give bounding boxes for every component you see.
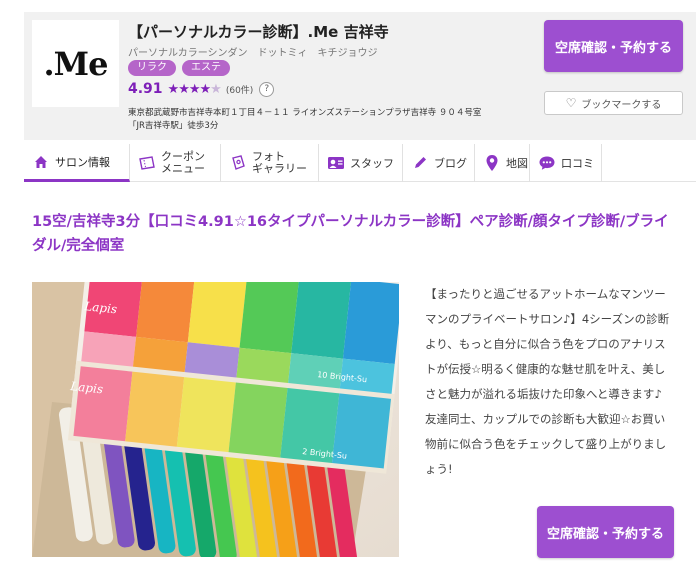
tab-label: クーポン メニュー: [161, 150, 205, 175]
reserve-button-bottom[interactable]: 空席確認・予約する: [537, 506, 674, 558]
tab-label: 口コミ: [561, 157, 594, 170]
salon-name: 【パーソナルカラー診断】.Me 吉祥寺: [128, 23, 389, 41]
star-rating-icon: ★★★★★: [167, 81, 222, 97]
logo-text: .Me: [43, 44, 109, 83]
tab-label: スタッフ: [350, 157, 394, 170]
salon-tabs: サロン情報 クーポン メニュー フォト ギャラリー スタッフ ブログ 地図 口コ…: [24, 144, 696, 182]
tag-relax[interactable]: リラク: [128, 60, 176, 76]
color-drape-illustration: Lapis Lapis 10 Bright-Su 2 Bright-Su: [32, 282, 399, 557]
salon-kana: パーソナルカラーシンダン ドットミィ キチジョウジ: [128, 48, 378, 59]
reserve-button-top[interactable]: 空席確認・予約する: [544, 20, 683, 72]
tab-photo-gallery[interactable]: フォト ギャラリー: [221, 144, 319, 182]
tab-map[interactable]: 地図: [475, 144, 530, 182]
pen-icon: [411, 154, 429, 172]
tab-label: サロン情報: [55, 155, 110, 169]
tab-staff[interactable]: スタッフ: [319, 144, 403, 182]
access-line: 「JR吉祥寺駅」徒歩3分: [128, 121, 219, 131]
tab-coupon-menu[interactable]: クーポン メニュー: [130, 144, 221, 182]
photo-icon: [229, 154, 247, 172]
tag-esthe[interactable]: エステ: [182, 60, 230, 76]
home-icon: [32, 153, 50, 171]
review-count[interactable]: (60件): [226, 83, 253, 96]
map-pin-icon: [483, 154, 501, 172]
tab-blog[interactable]: ブログ: [403, 144, 475, 182]
genre-tags: リラク エステ: [128, 60, 230, 76]
address: 東京都武蔵野市吉祥寺本町１丁目４－１１ ライオンズステーションプラザ吉祥寺 ９０…: [128, 107, 481, 133]
tab-salon-info[interactable]: サロン情報: [24, 144, 130, 182]
coupon-icon: [138, 154, 156, 172]
bookmark-label: ブックマークする: [581, 99, 662, 111]
rating-row: 4.91 ★★★★★ (60件) ?: [128, 81, 275, 97]
salon-logo: .Me: [32, 20, 119, 107]
salon-catch-title: 15空/吉祥寺3分【口コミ4.91☆16タイプパーソナルカラー診断】ペア診断/顔…: [32, 214, 669, 254]
tab-reviews[interactable]: 口コミ: [530, 144, 602, 182]
tab-label: ブログ: [434, 157, 467, 170]
address-line: 東京都武蔵野市吉祥寺本町１丁目４－１１ ライオンズステーションプラザ吉祥寺 ９０…: [128, 108, 482, 118]
tab-label: 地図: [506, 157, 528, 170]
salon-header: .Me 【パーソナルカラー診断】.Me 吉祥寺 パーソナルカラーシンダン ドット…: [24, 12, 696, 140]
staff-icon: [327, 154, 345, 172]
salon-description: 【まったりと過ごせるアットホームなマンツーマンのプライベートサロン♪】4シーズン…: [425, 287, 670, 476]
help-icon[interactable]: ?: [259, 81, 275, 97]
tab-label: フォト ギャラリー: [252, 150, 307, 175]
bookmark-button[interactable]: ♡ ブックマークする: [544, 91, 683, 115]
rating-value: 4.91: [128, 81, 163, 97]
chat-icon: [538, 154, 556, 172]
salon-photo[interactable]: Lapis Lapis 10 Bright-Su 2 Bright-Su: [32, 282, 399, 557]
heart-icon: ♡: [565, 96, 577, 110]
